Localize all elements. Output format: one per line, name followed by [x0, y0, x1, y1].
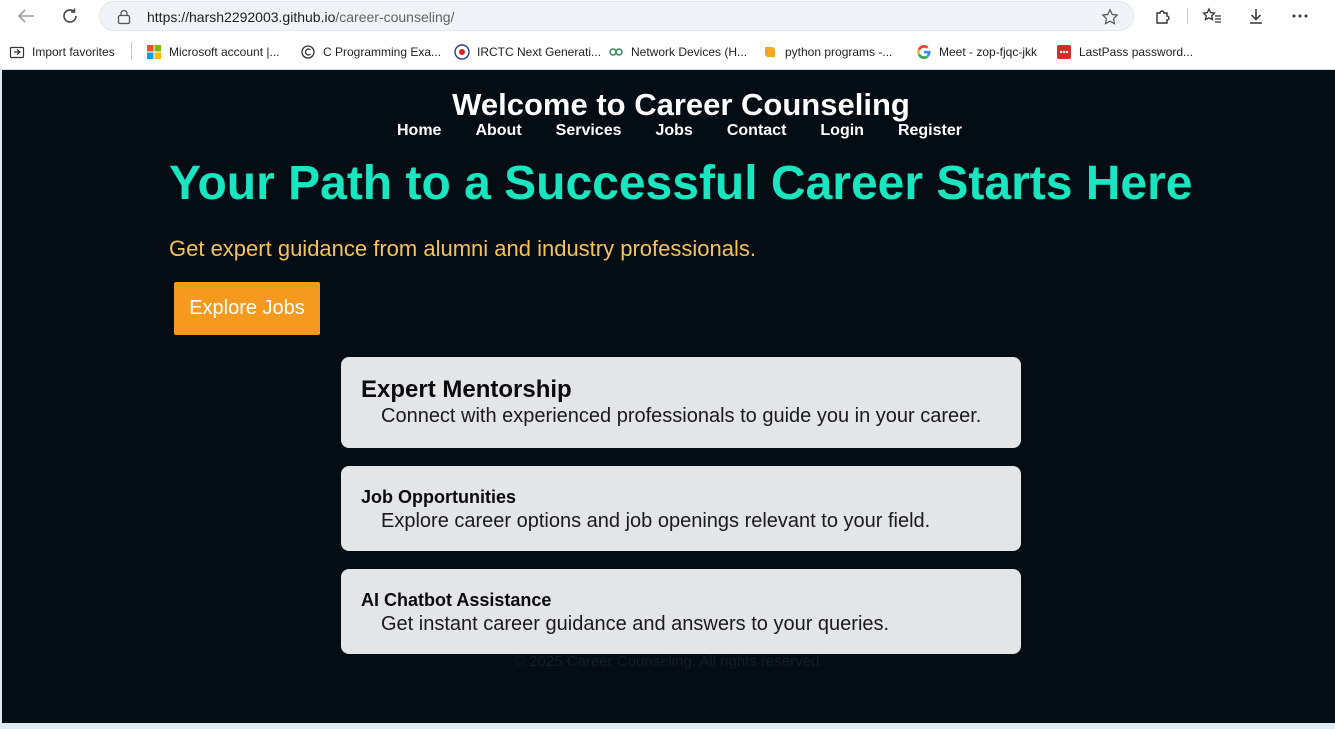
google-icon [917, 45, 931, 59]
favorite-network[interactable]: Network Devices (H... [608, 43, 747, 61]
downloads-button[interactable] [1243, 4, 1269, 28]
favorite-c-programming[interactable]: C Programming Exa... [300, 43, 441, 61]
more-dots-icon [1292, 14, 1308, 18]
favorite-label: Microsoft account |... [169, 45, 280, 59]
feature-card-mentorship: Expert Mentorship Connect with experienc… [341, 357, 1021, 448]
favorite-label: Network Devices (H... [631, 45, 748, 59]
lastpass-icon [1057, 45, 1071, 59]
nav-contact[interactable]: Contact [727, 122, 787, 140]
download-icon [1250, 9, 1262, 24]
favorites-list-icon [1202, 7, 1221, 23]
lock-icon [117, 9, 131, 25]
nav-jobs[interactable]: Jobs [656, 122, 693, 140]
favorite-label: IRCTC Next Generati... [477, 45, 602, 59]
feature-title: Job Opportunities [361, 487, 516, 507]
feature-title: Expert Mentorship [361, 376, 572, 403]
refresh-icon [63, 8, 77, 23]
irctc-icon [454, 44, 470, 60]
hero-subtitle: Get expert guidance from alumni and indu… [169, 236, 756, 261]
import-icon [9, 46, 25, 59]
puzzle-icon [1156, 10, 1170, 24]
favorite-label: C Programming Exa... [323, 45, 442, 59]
toolbar-divider [1187, 8, 1188, 24]
favorite-meet[interactable]: Meet - zop-fjqc-jkk [916, 43, 1037, 61]
favorite-label: LastPass password... [1079, 45, 1194, 59]
url-text: https://harsh2292003.github.io/career-co… [147, 9, 454, 25]
nav-register[interactable]: Register [898, 122, 962, 140]
page-body: Welcome to Career Counseling Home About … [2, 70, 1335, 723]
site-navigation: Home About Services Jobs Contact Login R… [397, 122, 996, 140]
browser-toolbar: https://harsh2292003.github.io/career-co… [0, 0, 1335, 33]
feature-card-chatbot: AI Chatbot Assistance Get instant career… [341, 569, 1021, 654]
favorite-microsoft[interactable]: Microsoft account |... [146, 43, 280, 61]
favorites-button[interactable] [1199, 4, 1225, 28]
explore-jobs-button[interactable]: Explore Jobs [174, 282, 320, 335]
feature-card-jobs: Job Opportunities Explore career options… [341, 466, 1021, 551]
favorite-import[interactable]: Import favorites [9, 43, 115, 61]
feature-description: Explore career options and job openings … [381, 510, 931, 532]
url-host: https://harsh2292003.github.io [147, 9, 336, 25]
network-icon [609, 48, 623, 56]
python-icon [765, 47, 775, 57]
back-arrow-icon [17, 9, 34, 23]
feature-title: AI Chatbot Assistance [361, 590, 552, 610]
feature-description: Connect with experienced professionals t… [381, 405, 982, 427]
favorite-label: python programs -... [785, 45, 893, 59]
favorite-python[interactable]: python programs -... [762, 43, 892, 61]
footer-text: © 2025 Career Counseling. All rights res… [514, 653, 824, 670]
refresh-button[interactable] [57, 4, 83, 28]
microsoft-icon [147, 45, 161, 59]
nav-services[interactable]: Services [556, 122, 622, 140]
favorite-star-icon[interactable] [1101, 8, 1119, 26]
extensions-button[interactable] [1150, 4, 1176, 28]
nav-about[interactable]: About [475, 122, 521, 140]
back-button[interactable] [13, 4, 39, 28]
url-path: /career-counseling/ [335, 9, 455, 25]
nav-home[interactable]: Home [397, 122, 441, 140]
feature-description: Get instant career guidance and answers … [381, 613, 890, 635]
c-programming-icon [301, 45, 315, 59]
address-bar[interactable]: https://harsh2292003.github.io/career-co… [99, 1, 1134, 31]
nav-login[interactable]: Login [820, 122, 864, 140]
favorite-label: Meet - zop-fjqc-jkk [939, 45, 1038, 59]
favorites-divider [131, 42, 132, 60]
favorite-lastpass[interactable]: LastPass password... [1056, 43, 1193, 61]
site-title: Welcome to Career Counseling [452, 87, 910, 122]
window-bottom-edge [0, 723, 1335, 729]
favorite-irctc[interactable]: IRCTC Next Generati... [454, 43, 601, 61]
more-menu-button[interactable] [1287, 4, 1313, 28]
hero-title: Your Path to a Successful Career Starts … [169, 157, 1193, 210]
favorite-label: Import favorites [32, 45, 115, 59]
